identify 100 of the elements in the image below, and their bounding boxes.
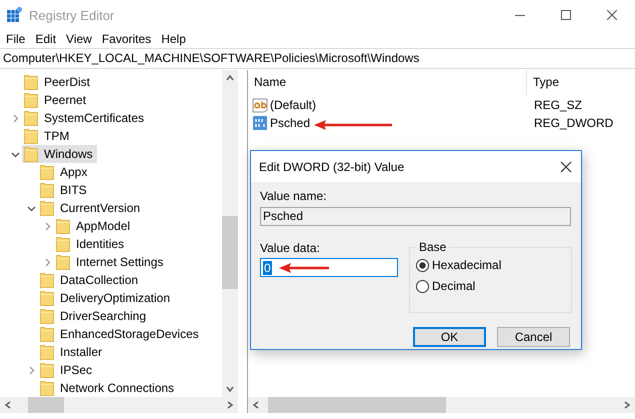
folder-icon [40,290,54,306]
address-bar[interactable]: Computer\HKEY_LOCAL_MACHINE\SOFTWARE\Policies\Microsoft\Windows [0,48,635,69]
tree-label: Peernet [44,93,86,107]
tree-label: Windows [44,147,93,161]
tree-label: SystemCertificates [44,111,144,125]
folder-icon [40,164,54,180]
scroll-up-icon[interactable] [226,74,234,82]
tree-item[interactable]: DeliveryOptimization [38,289,174,307]
tree-label: TPM [44,129,70,143]
menu-item[interactable]: Edit [30,32,62,46]
app-icon [6,7,22,23]
folder-icon [56,254,70,270]
tree-label: BITS [60,183,87,197]
tree-label: Internet Settings [76,255,164,269]
selected-text: 0 [263,260,272,274]
tree-item[interactable]: CurrentVersion [38,199,144,217]
folder-icon [56,218,70,234]
vertical-scrollbar[interactable] [222,70,238,397]
folder-icon [24,146,38,162]
tree-label: IPSec [60,363,92,377]
folder-icon [40,308,54,324]
horizontal-scrollbar[interactable] [248,397,635,413]
tree-item[interactable]: Appx [38,163,92,181]
dialog-title: Edit DWORD (32-bit) Value [259,160,406,174]
tree-item[interactable]: Peernet [22,91,90,109]
folder-icon [24,128,38,144]
scroll-thumb[interactable] [268,397,446,413]
expand-icon[interactable] [10,114,20,122]
column-header[interactable]: Name [248,70,527,95]
tree-item[interactable]: Internet Settings [54,253,168,271]
folder-icon [40,200,54,216]
window-title: Registry Editor [29,8,116,22]
maximize-icon [561,10,571,20]
ok-button[interactable]: OK [413,327,486,347]
radio-button[interactable] [416,258,429,272]
value-name-field[interactable]: Psched [260,207,571,226]
menu-item[interactable]: Favorites [96,32,156,46]
tree-item[interactable]: EnhancedStorageDevices [38,325,203,343]
value-type: REG_DWORD [533,116,614,130]
binary-value-icon [252,115,268,131]
tree-label: EnhancedStorageDevices [60,327,199,341]
value-name[interactable]: (Default) [270,98,316,112]
scroll-down-icon[interactable] [226,385,234,393]
folder-icon [40,272,54,288]
tree-item[interactable]: Windows [22,145,97,163]
field-label: Value data: [260,240,321,256]
value-data-field[interactable]: 0 [260,258,398,277]
menu-item[interactable]: File [1,32,30,46]
scroll-right-icon[interactable] [226,401,234,409]
tree-item[interactable]: BITS [38,181,91,199]
value-type: REG_SZ [533,98,584,112]
group-label: Base [416,240,450,254]
tree-item[interactable]: TPM [22,127,74,145]
tree-label: AppModel [76,219,130,233]
folder-icon [40,362,54,378]
tree-label: Network Connections [60,381,174,395]
expand-icon[interactable] [42,222,52,230]
scroll-right-icon[interactable] [623,401,631,409]
menu-item[interactable]: View [61,32,97,46]
tree-item[interactable]: Identities [54,235,128,253]
scroll-thumb[interactable] [222,216,238,289]
menu-item[interactable]: Help [156,32,191,46]
expand-icon[interactable] [26,366,36,374]
collapse-icon[interactable] [10,150,20,158]
tree-item[interactable]: Installer [38,343,106,361]
folder-icon [24,92,38,108]
tree-item[interactable]: SystemCertificates [22,109,148,127]
radio-label[interactable]: Decimal [432,279,476,293]
expand-icon[interactable] [42,258,52,266]
radio-button[interactable] [416,280,429,292]
tree-item[interactable]: DataCollection [38,271,142,289]
folder-icon [40,326,54,342]
tree-item[interactable]: AppModel [54,217,134,235]
string-value-icon [252,97,268,113]
tree-label: DriverSearching [60,309,146,323]
field-label: Value name: [260,188,328,204]
scroll-left-icon[interactable] [252,401,260,409]
tree-item[interactable]: IPSec [38,361,96,379]
folder-icon [24,74,38,90]
folder-icon [56,236,70,252]
folder-icon [24,110,38,126]
tree-label: PeerDist [44,75,90,89]
collapse-icon[interactable] [26,204,36,212]
scroll-left-icon[interactable] [4,401,12,409]
value-name[interactable]: Psched [270,116,310,130]
radio-label[interactable]: Hexadecimal [432,258,502,272]
scroll-thumb[interactable] [28,397,64,413]
tree-item[interactable]: Network Connections [38,379,178,397]
tree-item[interactable]: DriverSearching [38,307,150,325]
tree-label: Installer [60,345,102,359]
close-icon [607,10,617,20]
column-header[interactable]: Type [527,70,635,95]
tree-label: DataCollection [60,273,138,287]
tree-label: Appx [60,165,88,179]
folder-icon [40,182,54,198]
folder-icon [40,344,54,360]
tree-item[interactable]: PeerDist [22,73,94,91]
cancel-button[interactable]: Cancel [497,327,570,347]
horizontal-scrollbar[interactable] [0,397,238,413]
tree-label: CurrentVersion [60,201,140,215]
